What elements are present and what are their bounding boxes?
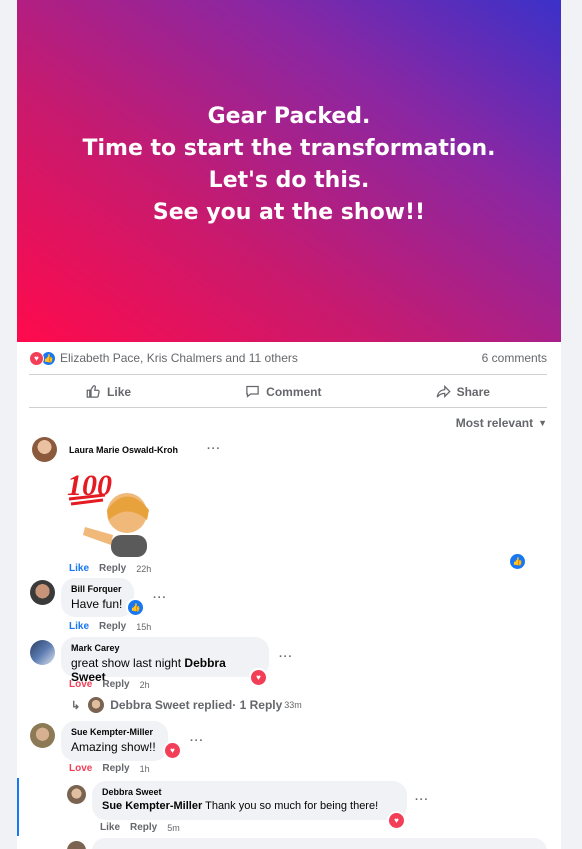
- share-icon: [436, 384, 451, 399]
- comment-bubble: Sue Kempter-Miller Amazing show!!: [61, 721, 168, 761]
- reaction-icons: ♥ 👍: [29, 350, 56, 366]
- like-reaction-icon[interactable]: 👍: [508, 552, 527, 571]
- comment-label: Comment: [266, 384, 322, 399]
- replies-time: 33m: [284, 700, 302, 710]
- view-replies-link[interactable]: ↳ Debbra Sweet replied · 1 Reply 33m: [71, 698, 302, 712]
- banner-text: Gear Packed. Time to start the transform…: [82, 101, 495, 229]
- reply-text: Sue Kempter-Miller Thank you so much for…: [102, 800, 397, 812]
- comment-text: Have fun!: [71, 597, 123, 611]
- like-link[interactable]: Like: [69, 621, 89, 632]
- comment-bubble: Mark Carey great show last night Debbra …: [61, 637, 269, 684]
- reaction-stats: ♥ 👍 Elizabeth Pace, Kris Chalmers and 11…: [29, 342, 547, 375]
- sort-label: Most relevant: [455, 416, 534, 430]
- reactions-summary[interactable]: ♥ 👍 Elizabeth Pace, Kris Chalmers and 11…: [29, 350, 298, 366]
- more-options-icon[interactable]: ···: [415, 794, 429, 806]
- like-link[interactable]: Like: [69, 563, 89, 574]
- reply-arrow-icon: ↳: [71, 699, 81, 712]
- reply-author[interactable]: Debbra Sweet: [102, 787, 397, 797]
- comment-icon: [246, 385, 259, 398]
- chevron-down-icon: ▼: [538, 418, 547, 428]
- thumbs-up-icon: [86, 385, 100, 398]
- comment-author[interactable]: Bill Forquer: [71, 584, 124, 594]
- comment-meta: Like Reply 15h: [69, 621, 151, 632]
- mention-link[interactable]: Sue Kempter-Miller: [102, 800, 202, 812]
- comment-time[interactable]: 15h: [136, 622, 151, 632]
- love-reaction-icon[interactable]: ♥: [163, 741, 182, 760]
- reply-link[interactable]: Reply: [102, 679, 129, 690]
- like-button[interactable]: Like: [86, 384, 131, 399]
- reactors-text[interactable]: Elizabeth Pace, Kris Chalmers and 11 oth…: [60, 351, 298, 365]
- more-options-icon[interactable]: ···: [207, 443, 221, 455]
- share-label: Share: [456, 384, 490, 399]
- reply-bubble: Debbra Sweet Sue Kempter-Miller Thank yo…: [92, 781, 407, 820]
- reply-link[interactable]: Reply: [102, 763, 129, 774]
- avatar[interactable]: [30, 640, 55, 665]
- comment-author[interactable]: Laura Marie Oswald-Kroh: [69, 445, 178, 455]
- replies-link-name[interactable]: Debbra Sweet replied: [110, 698, 232, 712]
- avatar: [67, 841, 86, 849]
- like-label: Like: [107, 384, 132, 399]
- avatar[interactable]: [67, 785, 86, 804]
- comment-meta: Love Reply 2h: [69, 679, 150, 690]
- more-options-icon[interactable]: ···: [153, 592, 167, 604]
- comment-text: Amazing show!!: [71, 740, 156, 754]
- comment-time[interactable]: 1h: [140, 764, 150, 774]
- share-button[interactable]: Share: [436, 384, 490, 399]
- banner-line-4: See you at the show!!: [152, 200, 426, 225]
- post-actions: Like Comment Share: [29, 376, 547, 408]
- love-reaction-icon[interactable]: ♥: [249, 668, 268, 687]
- comment-button[interactable]: Comment: [245, 384, 322, 399]
- reply-body: Thank you so much for being there!: [202, 800, 379, 812]
- reply-link[interactable]: Reply: [99, 563, 126, 574]
- sort-dropdown[interactable]: Most relevant ▼: [456, 416, 547, 430]
- reply-time[interactable]: 5m: [167, 823, 180, 833]
- banner-line-3: Let's do this.: [208, 168, 370, 193]
- comment-meta: Love Reply 1h: [69, 763, 150, 774]
- love-link[interactable]: Love: [69, 763, 92, 774]
- love-link[interactable]: Love: [69, 679, 92, 690]
- avatar[interactable]: [32, 437, 57, 462]
- love-reaction-icon[interactable]: ♥: [387, 811, 406, 830]
- thread-line: [17, 778, 19, 836]
- comment-meta: Like Reply 22h: [69, 563, 151, 574]
- more-options-icon[interactable]: ···: [279, 651, 293, 663]
- avatar[interactable]: [30, 723, 55, 748]
- comment-time[interactable]: 2h: [140, 680, 150, 690]
- banner-line-1: Gear Packed.: [207, 104, 371, 129]
- avatar[interactable]: [30, 580, 55, 605]
- 100-emoji-sticker: 100: [67, 469, 149, 557]
- post-card: Gear Packed. Time to start the transform…: [17, 0, 561, 849]
- reply-meta: Like Reply 5m: [100, 822, 180, 833]
- comment-body: great show last night: [71, 656, 182, 670]
- comment-author[interactable]: Sue Kempter-Miller: [71, 727, 158, 737]
- like-reaction-icon[interactable]: 👍: [126, 598, 145, 617]
- post-banner: Gear Packed. Time to start the transform…: [17, 0, 561, 342]
- more-options-icon[interactable]: ···: [190, 735, 204, 747]
- comment-bubble: Bill Forquer Have fun!: [61, 578, 134, 617]
- banner-line-2: Time to start the transformation.: [82, 136, 496, 161]
- comments-count[interactable]: 6 comments: [482, 351, 547, 365]
- reply-link[interactable]: Reply: [99, 621, 126, 632]
- like-link[interactable]: Like: [100, 822, 120, 833]
- replies-link-count[interactable]: · 1 Reply: [232, 698, 282, 712]
- reply-input[interactable]: [92, 838, 547, 849]
- comment-time[interactable]: 22h: [136, 564, 151, 574]
- comment-author[interactable]: Mark Carey: [71, 643, 259, 653]
- love-reaction-icon: ♥: [29, 350, 44, 366]
- reply-link[interactable]: Reply: [130, 822, 157, 833]
